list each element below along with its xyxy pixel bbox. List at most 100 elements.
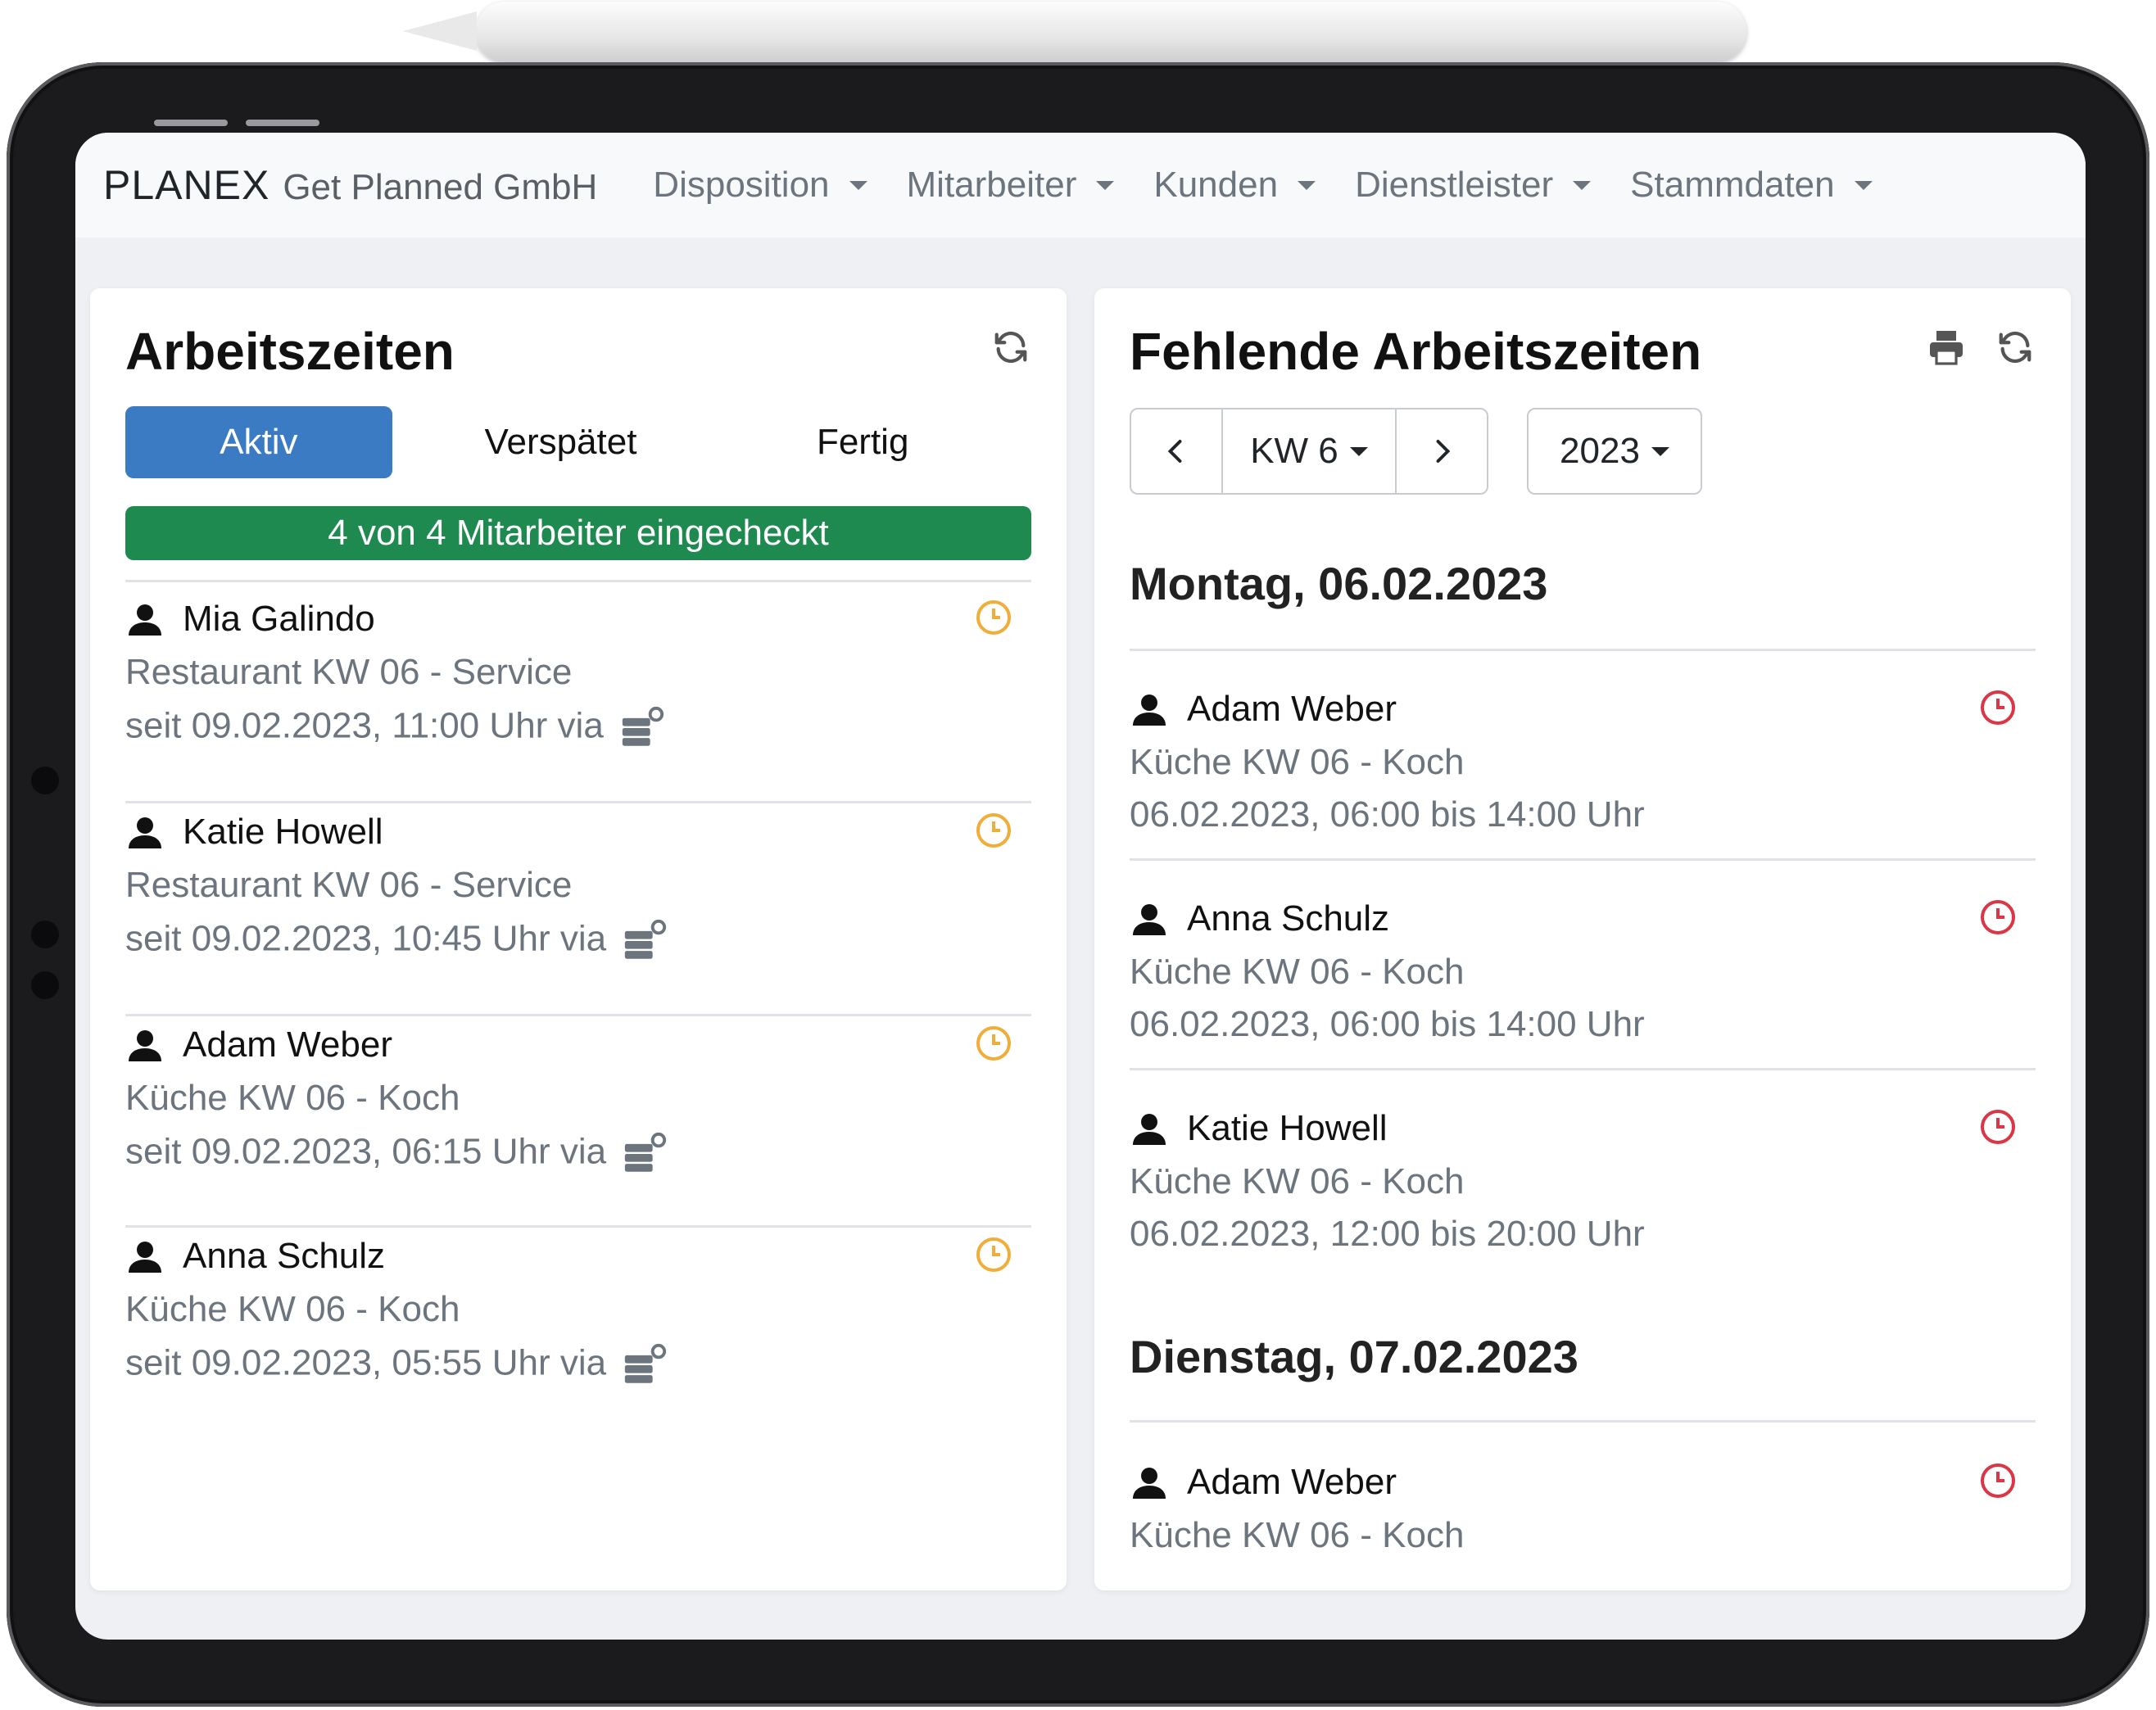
refresh-icon	[994, 332, 1027, 363]
divider	[125, 580, 1031, 582]
caret-down-icon	[1349, 446, 1368, 456]
entry-header: Adam Weber	[1130, 1458, 1397, 1507]
day-heading: Montag, 06.02.2023	[1130, 558, 1548, 609]
week-label: KW 6	[1250, 431, 1338, 471]
week-dropdown[interactable]: KW 6	[1221, 409, 1397, 493]
fehlende-arbeitszeiten-card: Fehlende Arbeitszeiten KW 6 2023 Montag,	[1094, 288, 2071, 1590]
tab-fertig[interactable]: Fertig	[729, 406, 996, 478]
person-icon	[129, 1030, 161, 1061]
list-item[interactable]: Adam Weber Küche KW 06 - Koch 06.02.2023…	[1130, 685, 2036, 894]
divider	[125, 801, 1031, 803]
previous-week-button[interactable]	[1131, 409, 1221, 493]
checkin-progress-bar: 4 von 4 Mitarbeiter eingecheckt	[125, 506, 1031, 560]
caret-down-icon	[1651, 446, 1669, 456]
tab-aktiv[interactable]: Aktiv	[125, 406, 392, 478]
checkin-progress-label: 4 von 4 Mitarbeiter eingecheckt	[328, 513, 829, 553]
clock-icon[interactable]	[1978, 688, 2018, 727]
entry-header: Adam Weber	[125, 1020, 392, 1070]
printer-icon	[1930, 331, 1963, 365]
divider	[1130, 858, 2036, 861]
clock-icon[interactable]	[1978, 1107, 2018, 1147]
nav-item-kunden[interactable]: Kunden	[1153, 165, 1316, 206]
clock-icon[interactable]	[974, 598, 1013, 637]
refresh-button[interactable]	[988, 324, 1034, 370]
volume-button	[246, 120, 319, 126]
divider	[125, 1014, 1031, 1016]
caret-down-icon	[1854, 180, 1873, 190]
tab-verspaetet[interactable]: Verspätet	[428, 406, 695, 478]
year-label: 2023	[1560, 431, 1640, 471]
entry-header: Adam Weber	[1130, 685, 1397, 734]
list-item[interactable]: Katie Howell Restaurant KW 06 - Service …	[125, 808, 1031, 1017]
entry-since-text: seit 09.02.2023, 05:55 Uhr via	[125, 1342, 607, 1383]
entry-location: Küche KW 06 - Koch	[1130, 952, 1465, 992]
employee-name: Adam Weber	[183, 1025, 392, 1065]
entry-since-text: seit 09.02.2023, 06:15 Uhr via	[125, 1131, 607, 1172]
person-icon	[1133, 1114, 1166, 1145]
divider	[1130, 649, 2036, 651]
entry-header: Katie Howell	[125, 808, 383, 857]
chevron-right-icon	[1436, 440, 1451, 463]
refresh-icon	[1999, 332, 2031, 363]
employee-name: Anna Schulz	[183, 1236, 386, 1276]
employee-name: Katie Howell	[1187, 1108, 1388, 1148]
brand[interactable]: PLANEX Get Planned GmbH	[103, 161, 597, 209]
refresh-button[interactable]	[1992, 324, 2038, 370]
server-settings-icon	[624, 1132, 667, 1172]
employee-name: Adam Weber	[1187, 689, 1397, 729]
entry-since-text: seit 09.02.2023, 11:00 Uhr via	[125, 705, 604, 746]
clock-icon[interactable]	[1978, 898, 2018, 937]
clock-icon[interactable]	[1978, 1461, 2018, 1500]
list-item[interactable]: Katie Howell Küche KW 06 - Koch 06.02.20…	[1130, 1104, 2036, 1314]
server-settings-icon	[622, 706, 664, 746]
clock-icon[interactable]	[974, 1235, 1013, 1274]
app-screen: PLANEX Get Planned GmbH Disposition Mita…	[75, 133, 2086, 1640]
apple-pencil	[475, 2, 1746, 62]
list-item[interactable]: Mia Galindo Restaurant KW 06 - Service s…	[125, 595, 1031, 804]
employee-name: Katie Howell	[183, 812, 383, 852]
entry-location: Küche KW 06 - Koch	[1130, 742, 1465, 782]
nav-item-dienstleister[interactable]: Dienstleister	[1355, 165, 1592, 206]
navbar: PLANEX Get Planned GmbH Disposition Mita…	[75, 133, 2086, 238]
week-selector: KW 6	[1130, 408, 1488, 495]
list-item[interactable]: Anna Schulz Küche KW 06 - Koch 06.02.202…	[1130, 894, 2036, 1104]
entry-location: Küche KW 06 - Koch	[1130, 1161, 1465, 1201]
entry-since: seit 09.02.2023, 05:55 Uhr via	[125, 1341, 668, 1389]
entry-header: Anna Schulz	[1130, 894, 1389, 943]
entry-since: seit 09.02.2023, 06:15 Uhr via	[125, 1130, 668, 1178]
nav-item-disposition[interactable]: Disposition	[653, 165, 867, 206]
entry-header: Katie Howell	[1130, 1104, 1388, 1153]
entry-time: 06.02.2023, 06:00 bis 14:00 Uhr	[1130, 794, 1645, 835]
sensor-dot	[31, 971, 59, 999]
entry-header: Mia Galindo	[125, 595, 375, 644]
nav-item-label: Dienstleister	[1355, 165, 1554, 205]
brand-subtitle: Get Planned GmbH	[283, 167, 598, 207]
server-settings-icon	[624, 919, 667, 959]
clock-icon[interactable]	[974, 811, 1013, 850]
list-item[interactable]: Anna Schulz Küche KW 06 - Koch seit 09.0…	[125, 1232, 1031, 1441]
list-item[interactable]: Adam Weber Küche KW 06 - Koch seit 09.02…	[125, 1020, 1031, 1230]
employee-name: Adam Weber	[1187, 1462, 1397, 1502]
entry-since: seit 09.02.2023, 11:00 Uhr via	[125, 704, 666, 752]
print-button[interactable]	[1923, 324, 1969, 370]
employee-name: Anna Schulz	[1187, 898, 1390, 939]
entry-location: Restaurant KW 06 - Service	[125, 865, 573, 905]
nav-item-mitarbeiter[interactable]: Mitarbeiter	[907, 165, 1115, 206]
next-week-button[interactable]	[1397, 409, 1487, 493]
nav-item-stammdaten[interactable]: Stammdaten	[1630, 165, 1873, 206]
entry-header: Anna Schulz	[125, 1232, 385, 1281]
nav-menu: Disposition Mitarbeiter Kunden Dienstlei…	[653, 165, 1911, 206]
server-settings-icon	[624, 1343, 667, 1383]
card-title: Arbeitszeiten	[125, 322, 455, 381]
entry-location: Küche KW 06 - Koch	[125, 1078, 460, 1118]
entry-time: 06.02.2023, 06:00 bis 14:00 Uhr	[1130, 1004, 1645, 1044]
nav-item-label: Kunden	[1153, 165, 1279, 205]
person-icon	[1133, 1468, 1166, 1499]
year-dropdown[interactable]: 2023	[1527, 408, 1702, 495]
nav-item-label: Disposition	[653, 165, 830, 205]
clock-icon[interactable]	[974, 1024, 1013, 1063]
list-item[interactable]: Adam Weber Küche KW 06 - Koch	[1130, 1458, 2036, 1590]
entry-since: seit 09.02.2023, 10:45 Uhr via	[125, 917, 668, 965]
employee-name: Mia Galindo	[183, 599, 375, 639]
caret-down-icon	[849, 180, 867, 190]
